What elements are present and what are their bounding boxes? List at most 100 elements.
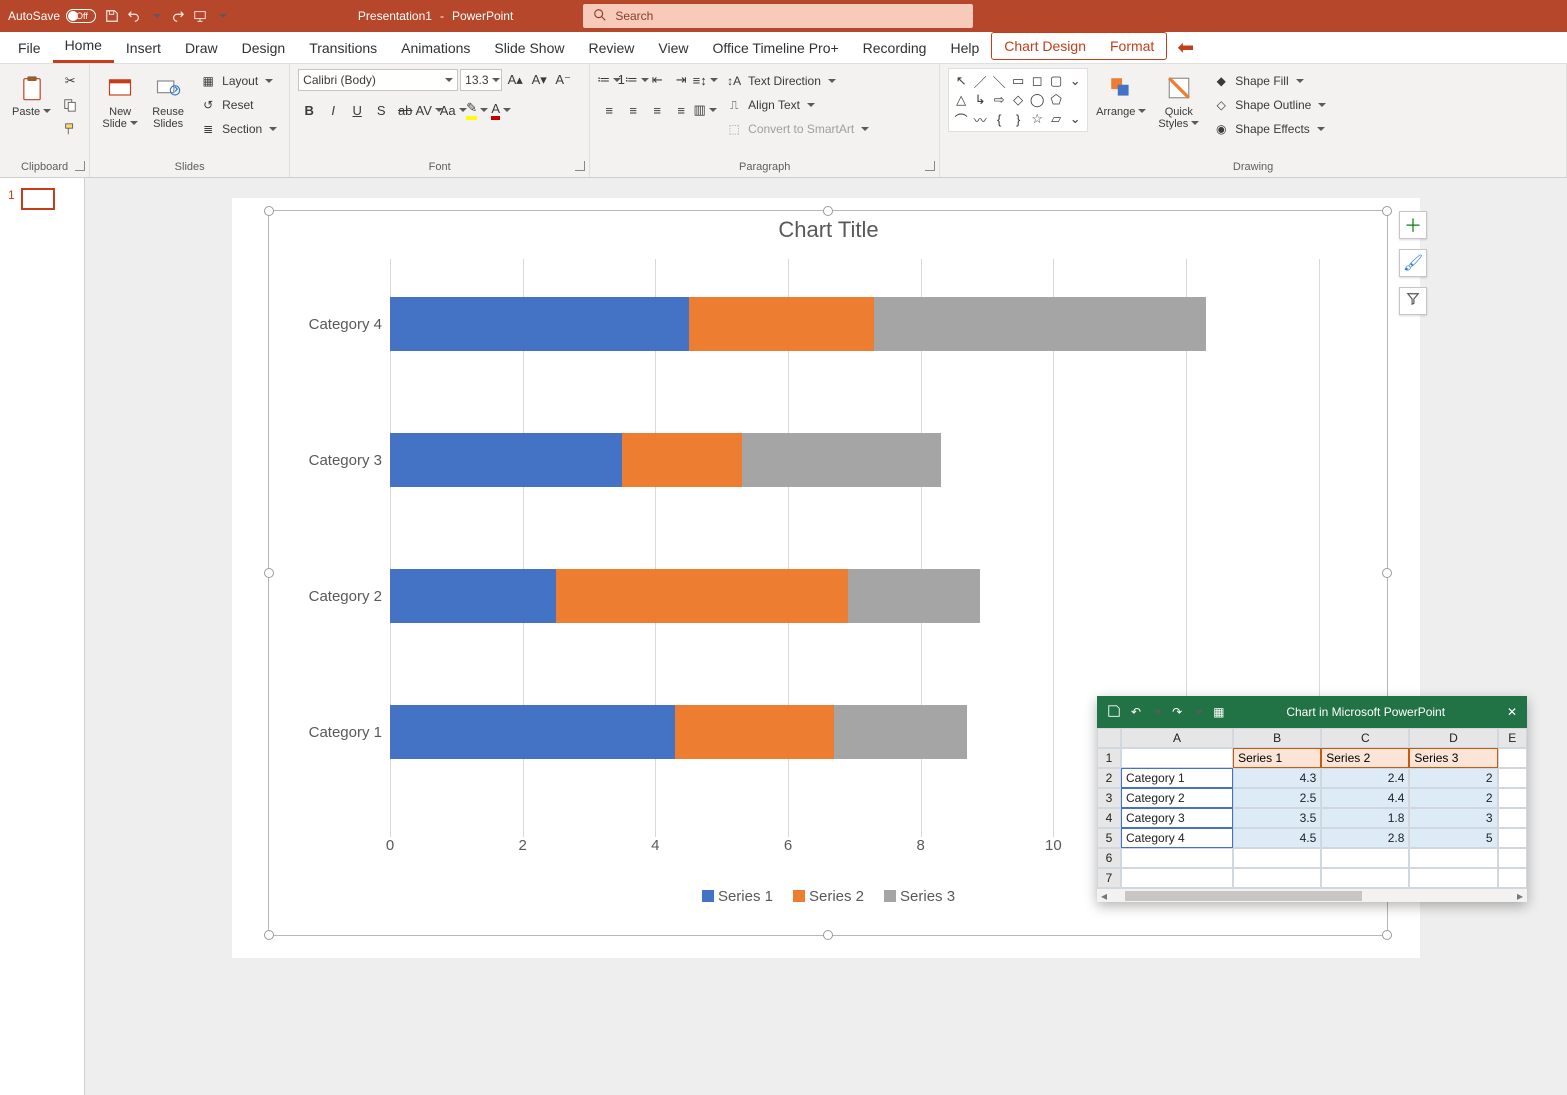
qat-customize[interactable] (214, 8, 230, 24)
format-painter-icon[interactable] (59, 118, 81, 140)
ds-cell[interactable] (1498, 768, 1527, 788)
tab-insert[interactable]: Insert (114, 33, 173, 63)
tab-home[interactable]: Home (53, 30, 114, 63)
ds-cell[interactable]: 2 (1409, 788, 1497, 808)
ds-cell[interactable]: Category 3 (1121, 808, 1233, 828)
ds-cell[interactable]: 2 (1409, 768, 1497, 788)
ds-cell[interactable] (1233, 848, 1321, 868)
font-family-select[interactable]: Calibri (Body) (298, 69, 458, 91)
ds-col-head[interactable]: E (1498, 728, 1527, 748)
ds-cell[interactable] (1498, 848, 1527, 868)
ds-cell[interactable]: 2.8 (1321, 828, 1409, 848)
ds-cell[interactable] (1409, 868, 1497, 888)
legend-item[interactable]: Series 1 (702, 888, 773, 905)
shadow-button[interactable]: S (370, 99, 392, 121)
increase-indent-button[interactable]: ⇥ (670, 69, 692, 91)
category-row[interactable]: Category 2 (390, 569, 1385, 623)
bar-segment[interactable] (390, 569, 556, 623)
ds-cell[interactable]: 1.8 (1321, 808, 1409, 828)
ds-row-head[interactable]: 2 (1097, 768, 1121, 788)
numbering-button[interactable]: 1≔ (622, 69, 644, 91)
ds-cell[interactable] (1409, 848, 1497, 868)
autosave-toggle[interactable] (66, 9, 96, 23)
bar-segment[interactable] (742, 433, 941, 487)
ds-cell[interactable]: 3.5 (1233, 808, 1321, 828)
ds-row-head[interactable]: 5 (1097, 828, 1121, 848)
columns-button[interactable]: ▥ (694, 99, 716, 121)
align-center-button[interactable]: ≡ (622, 99, 644, 121)
cut-icon[interactable]: ✂ (59, 70, 81, 92)
ds-cell[interactable] (1321, 848, 1409, 868)
ds-row-head[interactable]: 3 (1097, 788, 1121, 808)
shape-outline-button[interactable]: ◇Shape Outline (1207, 94, 1330, 116)
paragraph-launcher[interactable] (925, 161, 935, 171)
search-box[interactable]: Search (583, 4, 973, 28)
legend-item[interactable]: Series 2 (793, 888, 864, 905)
tab-help[interactable]: Help (938, 33, 991, 63)
align-right-button[interactable]: ≡ (646, 99, 668, 121)
ds-redo-icon[interactable]: ↷ (1172, 705, 1182, 719)
ds-cell[interactable]: Series 3 (1409, 748, 1497, 768)
tab-format[interactable]: Format (1098, 33, 1166, 59)
tab-file[interactable]: File (6, 33, 53, 63)
ds-cell[interactable] (1321, 868, 1409, 888)
ds-cell[interactable] (1233, 868, 1321, 888)
tab-animations[interactable]: Animations (389, 33, 482, 63)
bar-segment[interactable] (848, 569, 981, 623)
chart-data-sheet[interactable]: ↶ ↷ ▦ Chart in Microsoft PowerPoint ✕ AB… (1097, 696, 1527, 902)
bar-segment[interactable] (874, 297, 1206, 351)
ds-row-head[interactable]: 4 (1097, 808, 1121, 828)
highlight-button[interactable]: ✎ (466, 99, 488, 121)
ds-save-icon[interactable] (1107, 704, 1121, 721)
strike-button[interactable]: ab (394, 99, 416, 121)
ds-col-head[interactable]: A (1121, 728, 1233, 748)
bold-button[interactable]: B (298, 99, 320, 121)
reset-button[interactable]: ↺Reset (194, 94, 281, 116)
ds-cell[interactable] (1121, 748, 1233, 768)
ds-col-head[interactable]: B (1233, 728, 1321, 748)
ds-cell[interactable]: 2.4 (1321, 768, 1409, 788)
increase-font-icon[interactable]: A▴ (504, 69, 526, 91)
ds-col-head[interactable]: C (1321, 728, 1409, 748)
ds-cell[interactable] (1498, 808, 1527, 828)
ds-cell[interactable] (1498, 828, 1527, 848)
ds-cell[interactable]: 4.5 (1233, 828, 1321, 848)
tab-design[interactable]: Design (230, 33, 298, 63)
undo-icon[interactable] (126, 8, 142, 24)
ds-cell[interactable]: 5 (1409, 828, 1497, 848)
ds-cell[interactable] (1498, 788, 1527, 808)
ds-cell[interactable]: Category 1 (1121, 768, 1233, 788)
bar-segment[interactable] (390, 433, 622, 487)
ds-cell[interactable]: Category 2 (1121, 788, 1233, 808)
font-size-select[interactable]: 13.3 (460, 69, 502, 91)
align-text-button[interactable]: ⎍Align Text (720, 94, 873, 116)
bar-segment[interactable] (689, 297, 875, 351)
datasheet-grid[interactable]: ABCDE1Series 1Series 2Series 32Category … (1097, 728, 1527, 888)
reuse-slides-button[interactable]: Reuse Slides (146, 68, 190, 130)
shape-fill-button[interactable]: ◆Shape Fill (1207, 70, 1330, 92)
ds-cell[interactable] (1498, 748, 1527, 768)
tab-slide-show[interactable]: Slide Show (482, 33, 576, 63)
change-case-button[interactable]: Aa (442, 99, 464, 121)
tab-recording[interactable]: Recording (851, 33, 939, 63)
text-direction-button[interactable]: ↕AText Direction (720, 70, 873, 92)
bar-segment[interactable] (390, 705, 675, 759)
ds-cell[interactable]: Series 2 (1321, 748, 1409, 768)
decrease-font-icon[interactable]: A▾ (528, 69, 550, 91)
copy-icon[interactable] (59, 94, 81, 116)
align-left-button[interactable]: ≡ (598, 99, 620, 121)
datasheet-close-icon[interactable]: ✕ (1507, 705, 1517, 719)
shape-gallery[interactable]: ↖／＼▭◻▢⌄ △↳⇨◇◯⬠ ⌒〰{}☆▱⌄ (948, 68, 1088, 132)
slide-thumbnail[interactable] (21, 188, 55, 210)
datasheet-titlebar[interactable]: ↶ ↷ ▦ Chart in Microsoft PowerPoint ✕ (1097, 696, 1527, 728)
ds-undo-icon[interactable]: ↶ (1131, 705, 1141, 719)
font-launcher[interactable] (575, 161, 585, 171)
ds-col-head[interactable]: D (1409, 728, 1497, 748)
ds-row-head[interactable]: 1 (1097, 748, 1121, 768)
paste-button[interactable]: Paste (8, 68, 55, 118)
decrease-indent-button[interactable]: ⇤ (646, 69, 668, 91)
justify-button[interactable]: ≡ (670, 99, 692, 121)
arrange-button[interactable]: Arrange (1092, 68, 1150, 118)
ds-cell[interactable] (1121, 848, 1233, 868)
chart-filters-button[interactable] (1399, 287, 1427, 315)
